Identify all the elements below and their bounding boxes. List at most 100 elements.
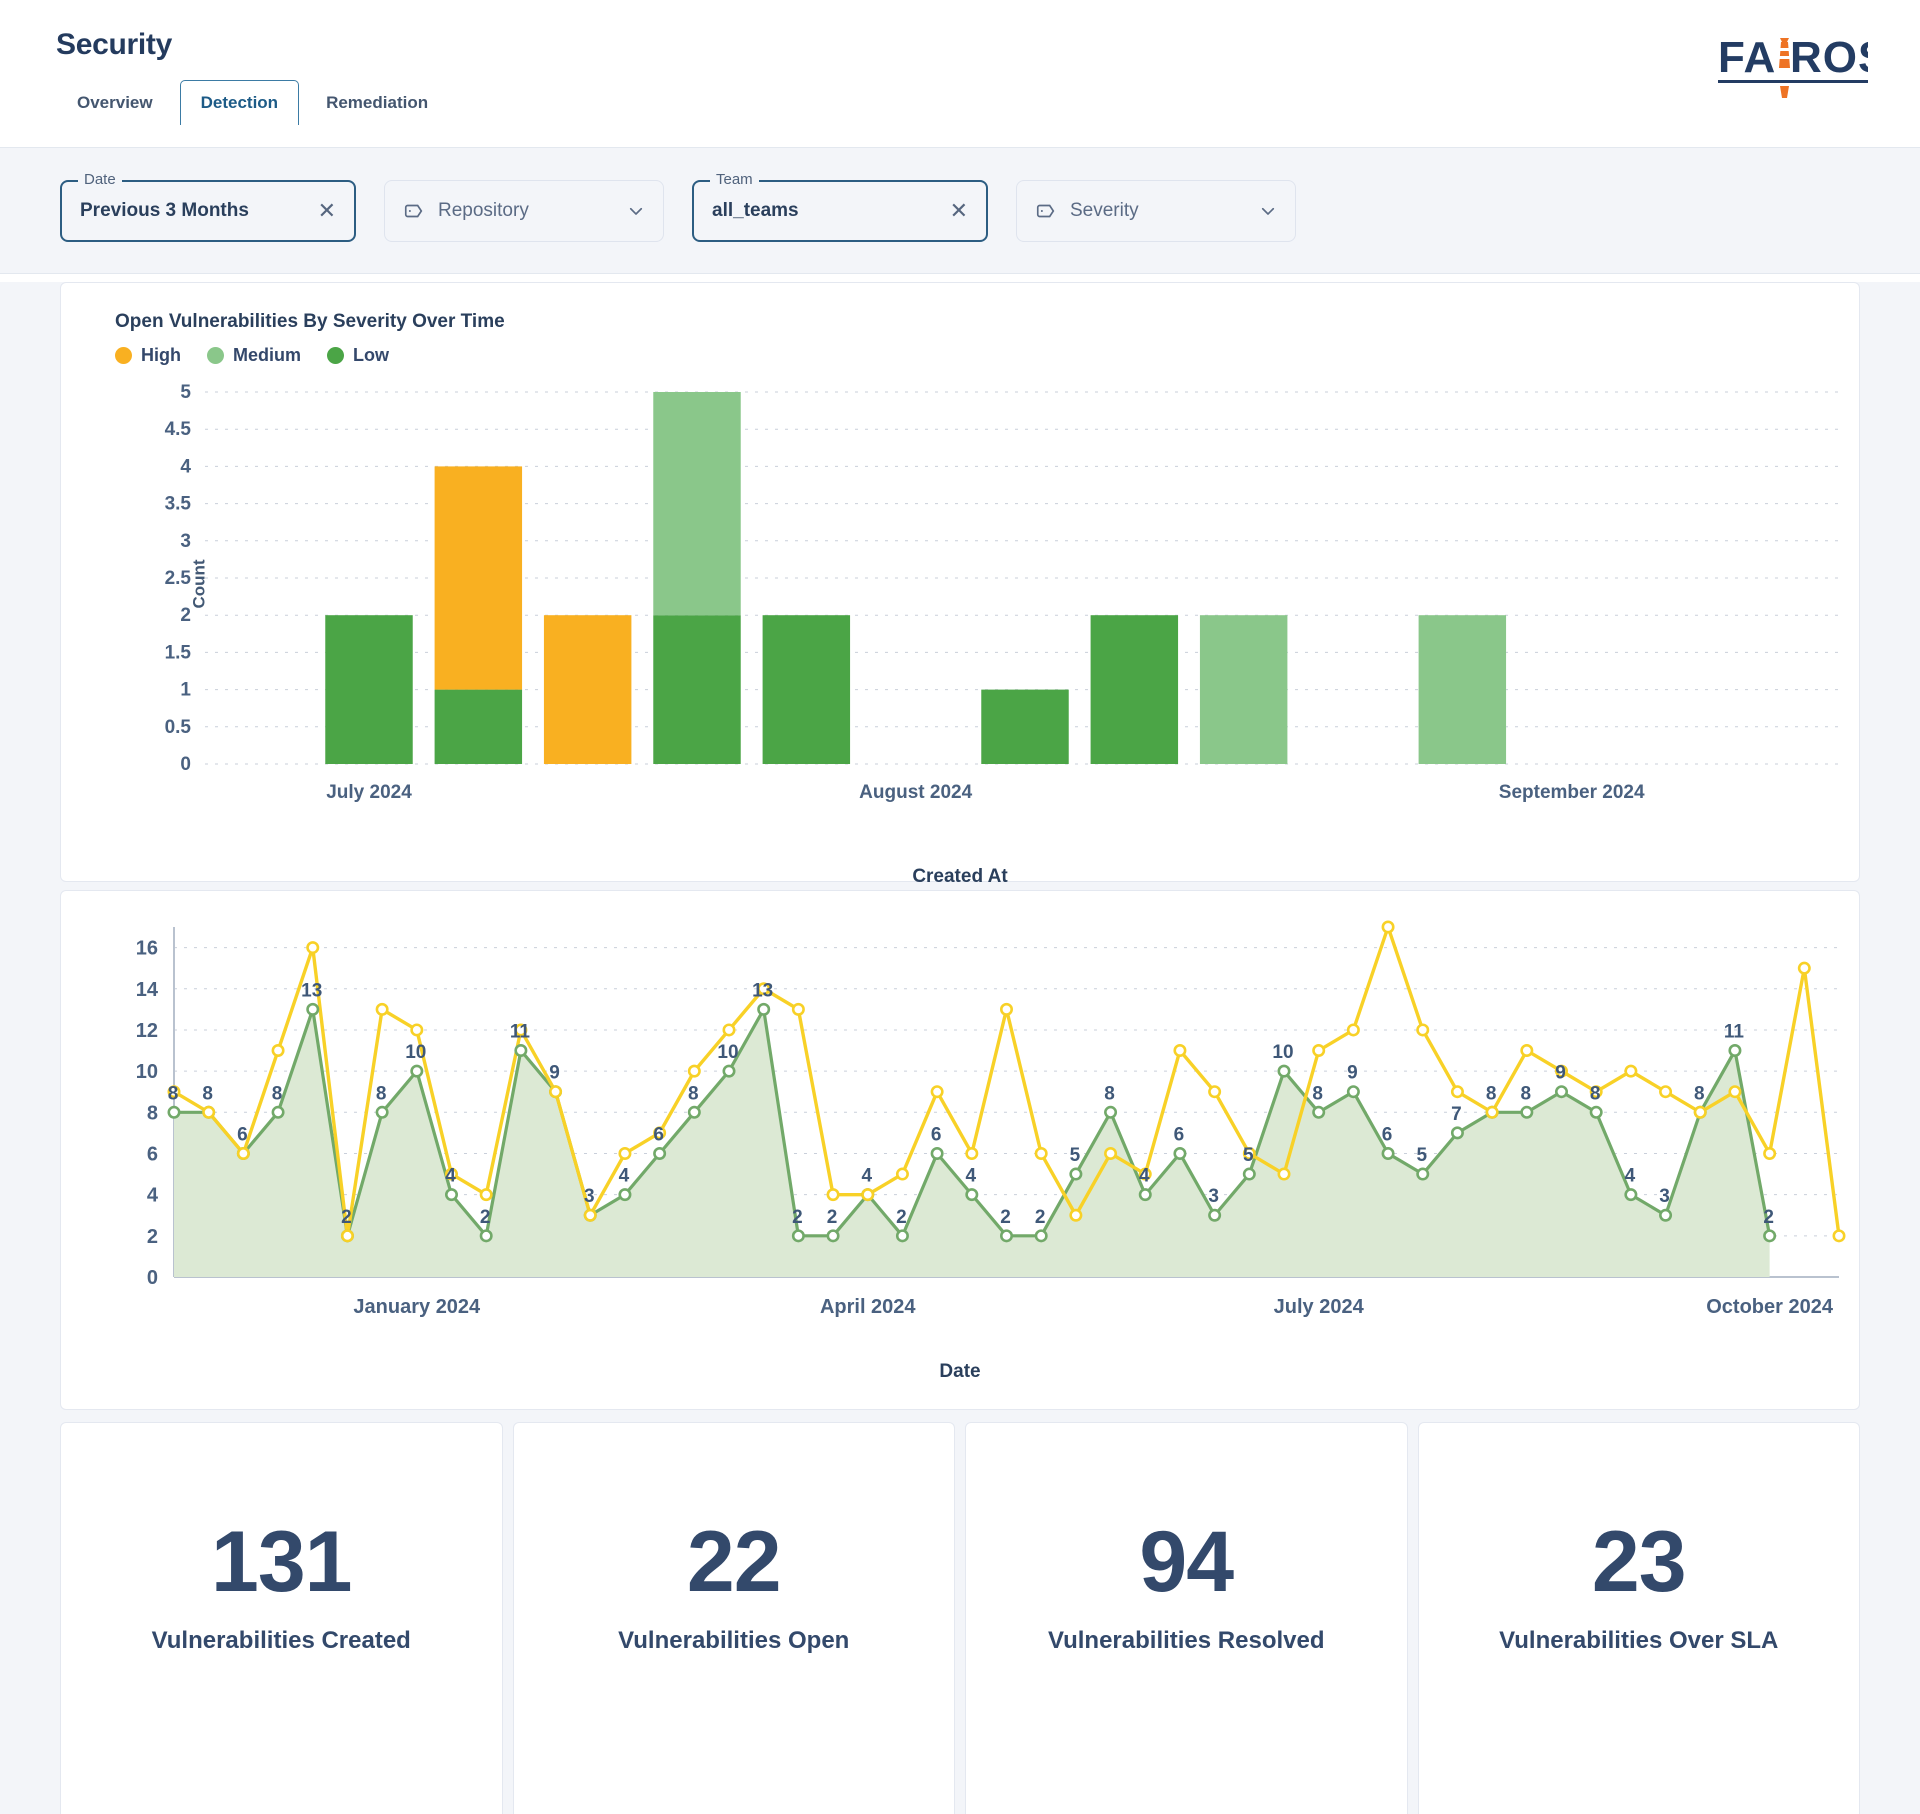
- chevron-down-icon[interactable]: [627, 202, 645, 220]
- svg-text:3.5: 3.5: [165, 494, 192, 515]
- svg-text:12: 12: [136, 1020, 158, 1042]
- svg-text:October 2024: October 2024: [1706, 1296, 1834, 1318]
- chart1-svg: 00.511.522.533.544.55July 2024 August 202…: [165, 382, 1845, 803]
- svg-text:5: 5: [180, 384, 191, 403]
- svg-text:6: 6: [653, 1124, 664, 1145]
- filter-date-legend: Date: [78, 170, 122, 188]
- svg-text:9: 9: [549, 1063, 560, 1084]
- svg-text:14: 14: [136, 979, 159, 1001]
- svg-text:8: 8: [1486, 1083, 1497, 1104]
- svg-text:16: 16: [136, 938, 158, 960]
- svg-text:0.5: 0.5: [165, 717, 192, 738]
- metric-label: Vulnerabilities Over SLA: [1499, 1627, 1779, 1654]
- svg-text:8: 8: [1312, 1083, 1323, 1104]
- legend-dot-medium: [207, 347, 224, 364]
- svg-text:8: 8: [202, 1083, 213, 1104]
- filter-bar: Date Previous 3 Months ✕ Repository Team…: [0, 148, 1920, 274]
- svg-text:6: 6: [1174, 1124, 1185, 1145]
- svg-text:10: 10: [1272, 1042, 1293, 1063]
- svg-text:4: 4: [445, 1166, 456, 1187]
- svg-text:6: 6: [1382, 1124, 1393, 1145]
- svg-text:11: 11: [510, 1022, 531, 1043]
- tab-detection[interactable]: Detection: [179, 80, 300, 125]
- svg-text:ROS: ROS: [1790, 33, 1868, 82]
- svg-text:9: 9: [1347, 1063, 1358, 1084]
- svg-text:3: 3: [584, 1186, 595, 1207]
- metric-card-vulnerabilities-open: 22 Vulnerabilities Open: [512, 1422, 955, 1814]
- svg-text:7: 7: [1451, 1104, 1462, 1125]
- filter-date[interactable]: Date Previous 3 Months ✕: [60, 170, 356, 242]
- svg-text:2: 2: [827, 1207, 838, 1228]
- page-title: Security: [56, 28, 172, 61]
- filter-date-value: Previous 3 Months: [80, 199, 249, 221]
- legend-item-high[interactable]: High: [115, 345, 181, 366]
- svg-text:4: 4: [147, 1185, 159, 1207]
- svg-text:2: 2: [1035, 1207, 1046, 1228]
- page-header: Security Overview Detection Remediation …: [0, 0, 1920, 148]
- svg-text:2: 2: [792, 1207, 803, 1228]
- metric-card-vulnerabilities-over-sla: 23 Vulnerabilities Over SLA: [1417, 1422, 1860, 1814]
- svg-text:8: 8: [272, 1083, 283, 1104]
- svg-text:2: 2: [1763, 1207, 1774, 1228]
- svg-text:4: 4: [619, 1166, 630, 1187]
- filter-team[interactable]: Team all_teams ✕: [692, 170, 988, 242]
- card-vulnerabilities-over-time: 0 2 4 6 8 10 12 14 16 8 8 6 8 13 2 8 10 4 2 11 9 3 4 6 8 10 13 2 2 4 2…: [60, 890, 1860, 1410]
- filter-date-clear-icon[interactable]: ✕: [308, 199, 336, 222]
- svg-text:FA: FA: [1718, 33, 1776, 82]
- tab-remediation[interactable]: Remediation: [305, 80, 449, 125]
- chart2-x-axis-label: Date: [939, 1361, 981, 1382]
- svg-text:5: 5: [1416, 1145, 1427, 1166]
- svg-text:6: 6: [931, 1124, 942, 1145]
- dashboard-content: Open Vulnerabilities By Severity Over Ti…: [0, 282, 1920, 1814]
- svg-text:4: 4: [861, 1166, 872, 1187]
- tag-icon: [1035, 200, 1057, 222]
- metric-label: Vulnerabilities Resolved: [1047, 1627, 1325, 1654]
- svg-text:4.5: 4.5: [165, 419, 192, 440]
- legend-item-low[interactable]: Low: [327, 345, 389, 366]
- svg-text:6: 6: [147, 1143, 158, 1165]
- legend-item-medium[interactable]: Medium: [207, 345, 301, 366]
- svg-text:8: 8: [168, 1083, 179, 1104]
- svg-text:6: 6: [237, 1124, 248, 1145]
- svg-text:10: 10: [717, 1042, 738, 1063]
- svg-text:5: 5: [1243, 1145, 1254, 1166]
- tab-overview[interactable]: Overview: [56, 80, 174, 125]
- svg-text:0: 0: [147, 1267, 158, 1289]
- svg-text:4: 4: [1139, 1166, 1150, 1187]
- chart2-svg: 02468101214168 86813281042119346810132 242…: [136, 920, 1846, 1318]
- svg-text:September 2024: September 2024: [1499, 782, 1645, 803]
- card-open-vulnerabilities-by-severity: Open Vulnerabilities By Severity Over Ti…: [60, 282, 1860, 887]
- metric-value: 23: [1591, 1514, 1687, 1610]
- svg-text:4: 4: [180, 456, 191, 477]
- svg-text:3: 3: [180, 531, 191, 552]
- chevron-down-icon[interactable]: [1259, 202, 1277, 220]
- svg-text:2.5: 2.5: [165, 568, 192, 589]
- svg-text:10: 10: [136, 1061, 158, 1083]
- svg-text:8: 8: [1694, 1083, 1705, 1104]
- svg-text:8: 8: [1104, 1083, 1115, 1104]
- tag-icon: [403, 200, 425, 222]
- svg-text:4: 4: [1625, 1166, 1636, 1187]
- metric-label: Vulnerabilities Open: [618, 1627, 850, 1654]
- svg-text:1: 1: [180, 680, 191, 701]
- legend-label-low: Low: [353, 345, 390, 365]
- svg-text:8: 8: [688, 1083, 699, 1104]
- filter-repository[interactable]: Repository: [384, 179, 664, 242]
- filter-team-legend: Team: [710, 170, 759, 188]
- metric-card-row: 131 Vulnerabilities Created 22 Vulnerabi…: [60, 1422, 1860, 1814]
- svg-text:3: 3: [1208, 1186, 1219, 1207]
- chart1-y-axis-label: Count: [189, 559, 209, 609]
- filter-severity[interactable]: Severity: [1016, 179, 1296, 242]
- legend-label-medium: Medium: [233, 345, 302, 365]
- chart1-title: Open Vulnerabilities By Severity Over Ti…: [115, 311, 505, 332]
- metric-value: 22: [686, 1514, 782, 1610]
- svg-text:5: 5: [1070, 1145, 1081, 1166]
- chart2-plot: 0 2 4 6 8 10 12 14 16 8 8 6 8 13 2 8 10 4 2 11 9 3 4 6 8 10 13 2 2 4 2…: [79, 909, 1846, 1359]
- legend-dot-low: [327, 347, 345, 364]
- svg-text:4: 4: [966, 1166, 977, 1187]
- faros-logo: FA ROS: [1718, 28, 1887, 102]
- filter-team-clear-icon[interactable]: ✕: [940, 199, 968, 222]
- svg-text:2: 2: [147, 1226, 158, 1248]
- svg-text:2: 2: [480, 1207, 491, 1228]
- filter-severity-placeholder: Severity: [1070, 199, 1139, 221]
